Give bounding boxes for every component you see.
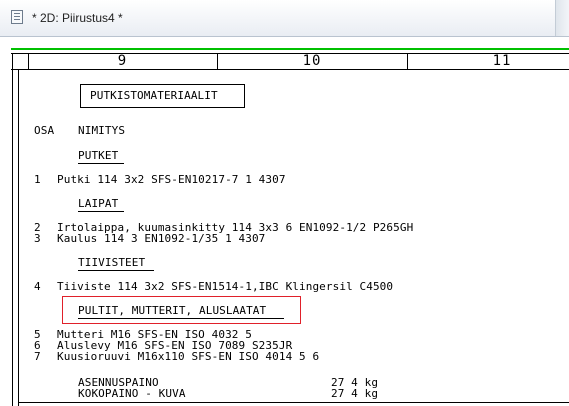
ruler-column-10: 10 [302,53,322,69]
parts-list-heading: PUTKISTOMATERIAALIT [90,89,218,102]
section-tiivisteet: TIIVISTEET [78,256,146,269]
total-label: KOKOPAINO - KUVA [78,387,186,400]
item-number: 7 [34,350,41,363]
drawing-canvas[interactable]: 9 10 11 PUTKISTOMATERIAALIT OSA NIMITYS … [0,37,569,406]
frame-border-left [12,53,13,406]
scrollbar-edge[interactable] [555,0,569,36]
column-header-osa: OSA [34,124,55,137]
ruler-divider [11,69,569,70]
total-value: 27 4 kg [331,387,379,400]
window-title: * 2D: Piirustus4 * [32,11,123,25]
section-underline [78,318,284,319]
section-pultit: PULTIT, MUTTERIT, ALUSLAATAT [78,304,267,317]
item-number: 3 [34,232,41,245]
section-putket: PUTKET [78,149,119,162]
item-number: 1 [34,173,41,186]
column-header-nimitys: NIMITYS [78,124,126,137]
section-laipat: LAIPAT [78,197,119,210]
ruler-column-11: 11 [492,53,512,69]
item-number: 4 [34,280,41,293]
window-titlebar: * 2D: Piirustus4 * [0,0,569,37]
item-description: Putki 114 3x2 SFS-EN10217-7 1 4307 [57,173,286,186]
frame-inner-left [18,69,19,406]
item-description: Kaulus 114 3 EN1092-1/35 1 4307 [57,232,266,245]
document-icon[interactable] [11,10,23,24]
section-underline [78,163,124,164]
section-underline [78,270,154,271]
frame-bottom-line [18,402,569,403]
grid-guide-line [11,48,569,50]
item-description: Tiiviste 114 3x2 SFS-EN1514-1,IBC Klinge… [57,280,394,293]
ruler-column-9: 9 [117,53,128,69]
item-description: Kuusioruuvi M16x110 SFS-EN ISO 4014 5 6 [57,350,320,363]
section-underline [78,211,124,212]
